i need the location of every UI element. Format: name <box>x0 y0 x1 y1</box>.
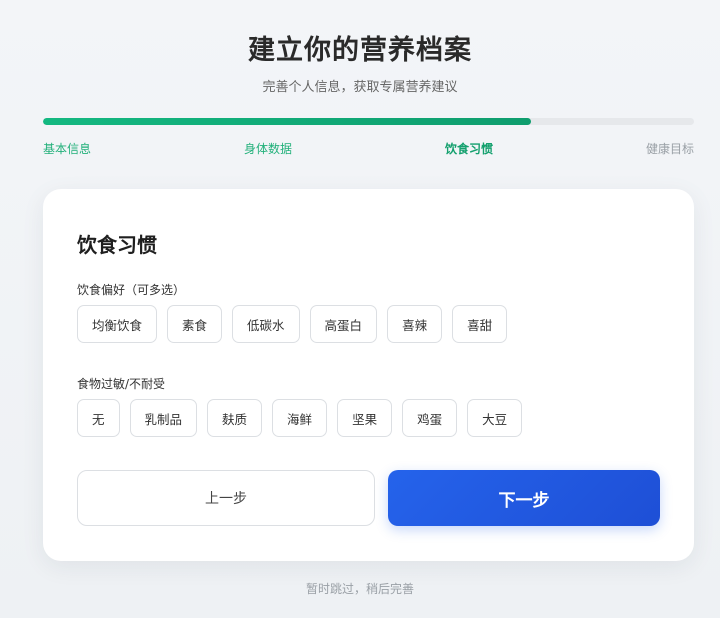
preference-option[interactable]: 低碳水 <box>232 305 300 343</box>
page-subtitle: 完善个人信息，获取专属营养建议 <box>262 80 458 95</box>
preference-option[interactable]: 高蛋白 <box>309 305 378 343</box>
allergies-label: 食物过敏/不耐受 <box>77 377 166 391</box>
allergy-option[interactable]: 海鲜 <box>272 399 328 437</box>
step-diet-habits: 饮食习惯 <box>444 142 493 156</box>
previous-step-button[interactable]: 上一步 <box>77 470 375 526</box>
allergy-option[interactable]: 坚果 <box>337 399 393 437</box>
progress-fill <box>43 118 532 125</box>
skip-link[interactable]: 暂时跳过，稍后完善 <box>0 580 720 597</box>
allergy-option[interactable]: 无 <box>77 399 120 437</box>
preference-option[interactable]: 均衡饮食 <box>77 305 158 343</box>
step-health-goals: 健康目标 <box>645 142 694 156</box>
allergy-option[interactable]: 乳制品 <box>129 399 198 437</box>
next-step-button[interactable]: 下一步 <box>388 470 660 526</box>
allergy-option[interactable]: 麸质 <box>207 399 263 437</box>
card-title: 饮食习惯 <box>77 233 157 257</box>
step-body-data: 身体数据 <box>243 142 292 156</box>
preference-option[interactable]: 喜甜 <box>452 305 508 343</box>
diet-habits-card: 饮食习惯 饮食偏好（可多选） 均衡饮食 素食 低碳水 高蛋白 喜辣 喜甜 食物过… <box>43 189 694 561</box>
step-indicator: 基本信息 身体数据 饮食习惯 健康目标 <box>43 140 694 157</box>
preferences-label: 饮食偏好（可多选） <box>77 283 186 297</box>
preference-option[interactable]: 素食 <box>167 305 223 343</box>
preferences-options: 均衡饮食 素食 低碳水 高蛋白 喜辣 喜甜 <box>77 305 508 343</box>
allergies-options: 无 乳制品 麸质 海鲜 坚果 鸡蛋 大豆 <box>77 399 523 437</box>
allergy-option[interactable]: 鸡蛋 <box>402 399 458 437</box>
preference-option[interactable]: 喜辣 <box>387 305 443 343</box>
page-title: 建立你的营养档案 <box>248 35 472 66</box>
progress-bar <box>43 118 694 125</box>
step-basic-info: 基本信息 <box>43 142 92 156</box>
allergy-option[interactable]: 大豆 <box>467 399 523 437</box>
page: 建立你的营养档案 完善个人信息，获取专属营养建议 基本信息 身体数据 饮食习惯 … <box>0 0 720 618</box>
